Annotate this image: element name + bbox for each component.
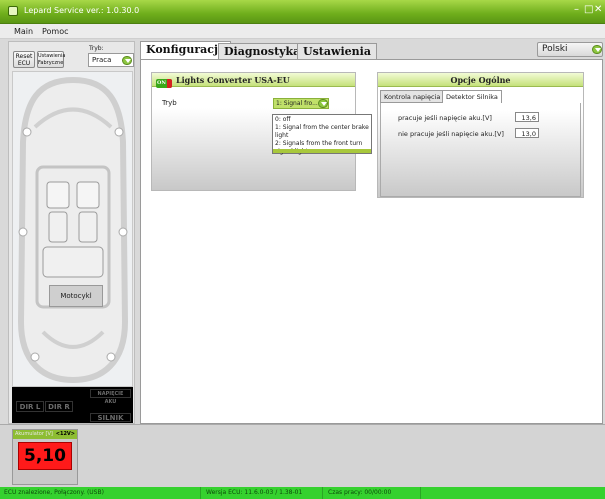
status-worktime: Czas pracy: 00/00:00 (328, 489, 392, 496)
language-select[interactable]: Polski (537, 42, 603, 57)
general-options-panel: Opcje Ogólne Kontrola napięcia Detektor … (377, 72, 584, 198)
close-icon[interactable]: ✕ (594, 4, 602, 15)
battery-voltage-value: 5,10 (18, 442, 72, 470)
status-version: Wersja ECU: 11.6.0-03 / 1.38-01 (206, 489, 303, 496)
battery-widget: Akumulator [V] <12V> 5,10 (12, 429, 78, 485)
tryb-label: Tryb (162, 99, 177, 107)
tab-diagnostyka[interactable]: Diagnostyka (218, 43, 307, 59)
dropdown-footer (273, 149, 371, 153)
chevron-down-icon[interactable] (122, 56, 132, 65)
tryb-value: 1: Signal fro... (276, 100, 318, 107)
dir-left-indicator: DIR L (16, 401, 44, 412)
tryb-option-2[interactable]: 2: Signals from the front turn signal li… (275, 140, 369, 156)
battery-nominal: <12V> (55, 431, 75, 437)
status-connection: ECU znalezione, Połączony. (USB) (4, 489, 104, 496)
tryb-dropdown-list: 0: off 1: Signal from the center brake l… (272, 114, 372, 156)
tab-ustawienia[interactable]: Ustawienia (297, 43, 377, 59)
menu-help[interactable]: Pomoc (42, 27, 69, 36)
menu-bar: Main Pomoc (0, 24, 605, 39)
main-tabs: Konfiguracja Diagnostyka Ustawienia (140, 41, 605, 59)
maximize-icon[interactable]: □ (584, 4, 593, 15)
app-icon (8, 6, 18, 16)
dir-right-indicator: DIR R (45, 401, 73, 412)
tryb-select[interactable]: 1: Signal fro... (273, 98, 329, 109)
minimize-icon[interactable]: – (574, 4, 579, 15)
status-separator (200, 487, 201, 499)
chevron-down-icon[interactable] (318, 99, 328, 108)
car-outline-icon (17, 76, 129, 384)
tab-detektor-silnika[interactable]: Detektor Silnika (442, 90, 502, 103)
title-bar: Lepard Service ver.: 1.0.30.0 – □ ✕ (0, 0, 605, 24)
car-diagram: Motocykl (12, 71, 133, 387)
subtab-content: pracuje jeśli napięcie aku.[V] 13,6 nie … (380, 103, 581, 197)
status-bar: ECU znalezione, Połączony. (USB) Wersja … (0, 487, 605, 499)
mode-label: Tryb: (89, 45, 104, 52)
general-options-title: Opcje Ogólne (378, 73, 583, 87)
language-value: Polski (542, 44, 568, 54)
status-separator (322, 487, 323, 499)
tryb-option-1[interactable]: 1: Signal from the center brake light (275, 124, 369, 140)
lights-converter-header: ON Lights Converter USA-EU (152, 73, 355, 88)
not-works-voltage-input[interactable]: 13,0 (515, 128, 539, 138)
left-panel: Reset ECU Ustawienia Fabryczne Tryb: Pra… (8, 41, 135, 424)
chevron-down-icon[interactable] (592, 45, 602, 54)
tryb-option-0[interactable]: 0: off (275, 116, 369, 124)
bottom-area: Akumulator [V] <12V> 5,10 (0, 424, 605, 487)
reset-ecu-button[interactable]: Reset ECU (13, 51, 35, 68)
menu-main[interactable]: Main (14, 27, 33, 36)
works-voltage-label: pracuje jeśli napięcie aku.[V] (398, 114, 492, 122)
mode-value: Praca (92, 56, 112, 64)
status-indicators: NAPIĘCIE AKU DIR L DIR R SILNIK (12, 387, 133, 423)
battery-voltage-indicator: NAPIĘCIE AKU (90, 389, 131, 405)
engine-indicator: SILNIK (90, 413, 131, 422)
status-separator (420, 487, 421, 499)
lights-converter-title: Lights Converter USA-EU (176, 75, 290, 85)
window-title: Lepard Service ver.: 1.0.30.0 (24, 6, 140, 15)
on-off-toggle[interactable]: ON (156, 79, 172, 88)
not-works-voltage-label: nie pracuje jeśli napięcie aku.[V] (398, 130, 504, 138)
motorcycle-label: Motocykl (49, 285, 103, 307)
tab-kontrola-napiecia[interactable]: Kontrola napięcia (380, 90, 445, 103)
works-voltage-input[interactable]: 13,6 (515, 112, 539, 122)
factory-settings-button[interactable]: Ustawienia Fabryczne (37, 51, 65, 68)
mode-select[interactable]: Praca (88, 53, 134, 67)
